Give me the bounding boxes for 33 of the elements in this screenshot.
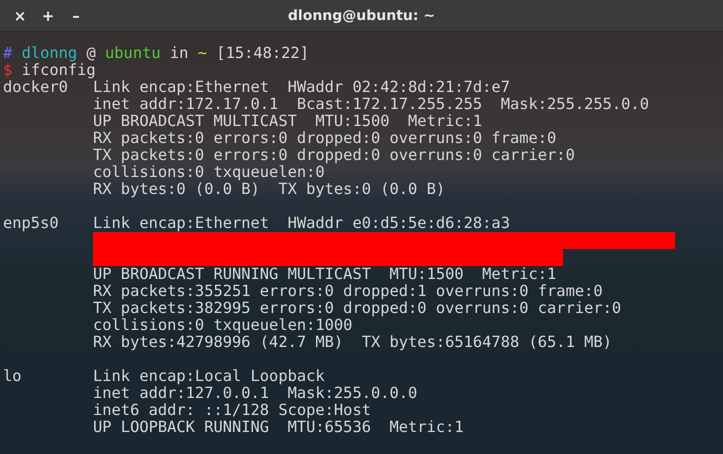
- output-line: inet addr:172.17.0.1 Bcast:172.17.255.255 Mask:255.255.0.0: [93, 96, 649, 113]
- prompt-host: ubuntu: [105, 44, 161, 62]
- interface-name: enp5s0: [3, 215, 60, 232]
- window-control-button[interactable]: +: [36, 6, 60, 24]
- output-line: RX packets:355251 errors:0 dropped:1 overruns:0 frame:0: [93, 283, 603, 300]
- output-line: RX bytes:42798996 (42.7 MB) TX bytes:65164788 (65.1 MB): [93, 334, 612, 351]
- output-line: RX bytes:0 (0.0 B) TX bytes:0 (0.0 B): [93, 181, 446, 198]
- output-line: TX packets:382995 errors:0 dropped:0 overruns:0 carrier:0: [93, 300, 622, 317]
- output-line: Link encap:Local Loopback: [93, 368, 325, 385]
- window-control-button[interactable]: ×: [8, 6, 32, 24]
- output-line: collisions:0 txqueuelen:0: [93, 164, 325, 181]
- prompt-user: dlonng: [22, 44, 78, 62]
- output-line: Link encap:Ethernet HWaddr 02:42:8d:21:7d:e7: [93, 79, 510, 96]
- output-line: RX packets:0 errors:0 dropped:0 overruns:0 frame:0: [93, 130, 556, 147]
- prompt-time: [15:48:22]: [216, 44, 309, 62]
- interface-name: docker0: [3, 79, 68, 96]
- prompt-hash: #: [3, 44, 12, 62]
- output-line: inet6 addr: ::1/128 Scope:Host: [93, 402, 371, 419]
- output-line: UP BROADCAST MULTICAST MTU:1500 Metric:1: [93, 113, 482, 130]
- command-text: ifconfig: [22, 61, 96, 79]
- window-control-button[interactable]: –: [64, 6, 88, 24]
- output-line: UP BROADCAST RUNNING MULTICAST MTU:1500 Metric:1: [93, 266, 556, 283]
- output-line: Link encap:Ethernet HWaddr e0:d5:5e:d6:28:a3: [93, 215, 510, 232]
- prompt-at: @: [86, 44, 96, 62]
- output-line: TX packets:0 errors:0 dropped:0 overruns:0 carrier:0: [93, 147, 575, 164]
- prompt-in: in: [170, 44, 188, 62]
- output-line: inet addr:127.0.0.1 Mask:255.0.0.0: [93, 385, 418, 402]
- prompt-sign: $: [3, 61, 12, 79]
- interface-name: lo: [3, 368, 23, 385]
- output-line: collisions:0 txqueuelen:1000: [93, 317, 352, 334]
- prompt-dir: ~: [198, 44, 208, 62]
- window-title: dlonng@ubuntu: ~: [288, 8, 436, 24]
- output-line: UP LOOPBACK RUNNING MTU:65536 Metric:1: [93, 419, 464, 436]
